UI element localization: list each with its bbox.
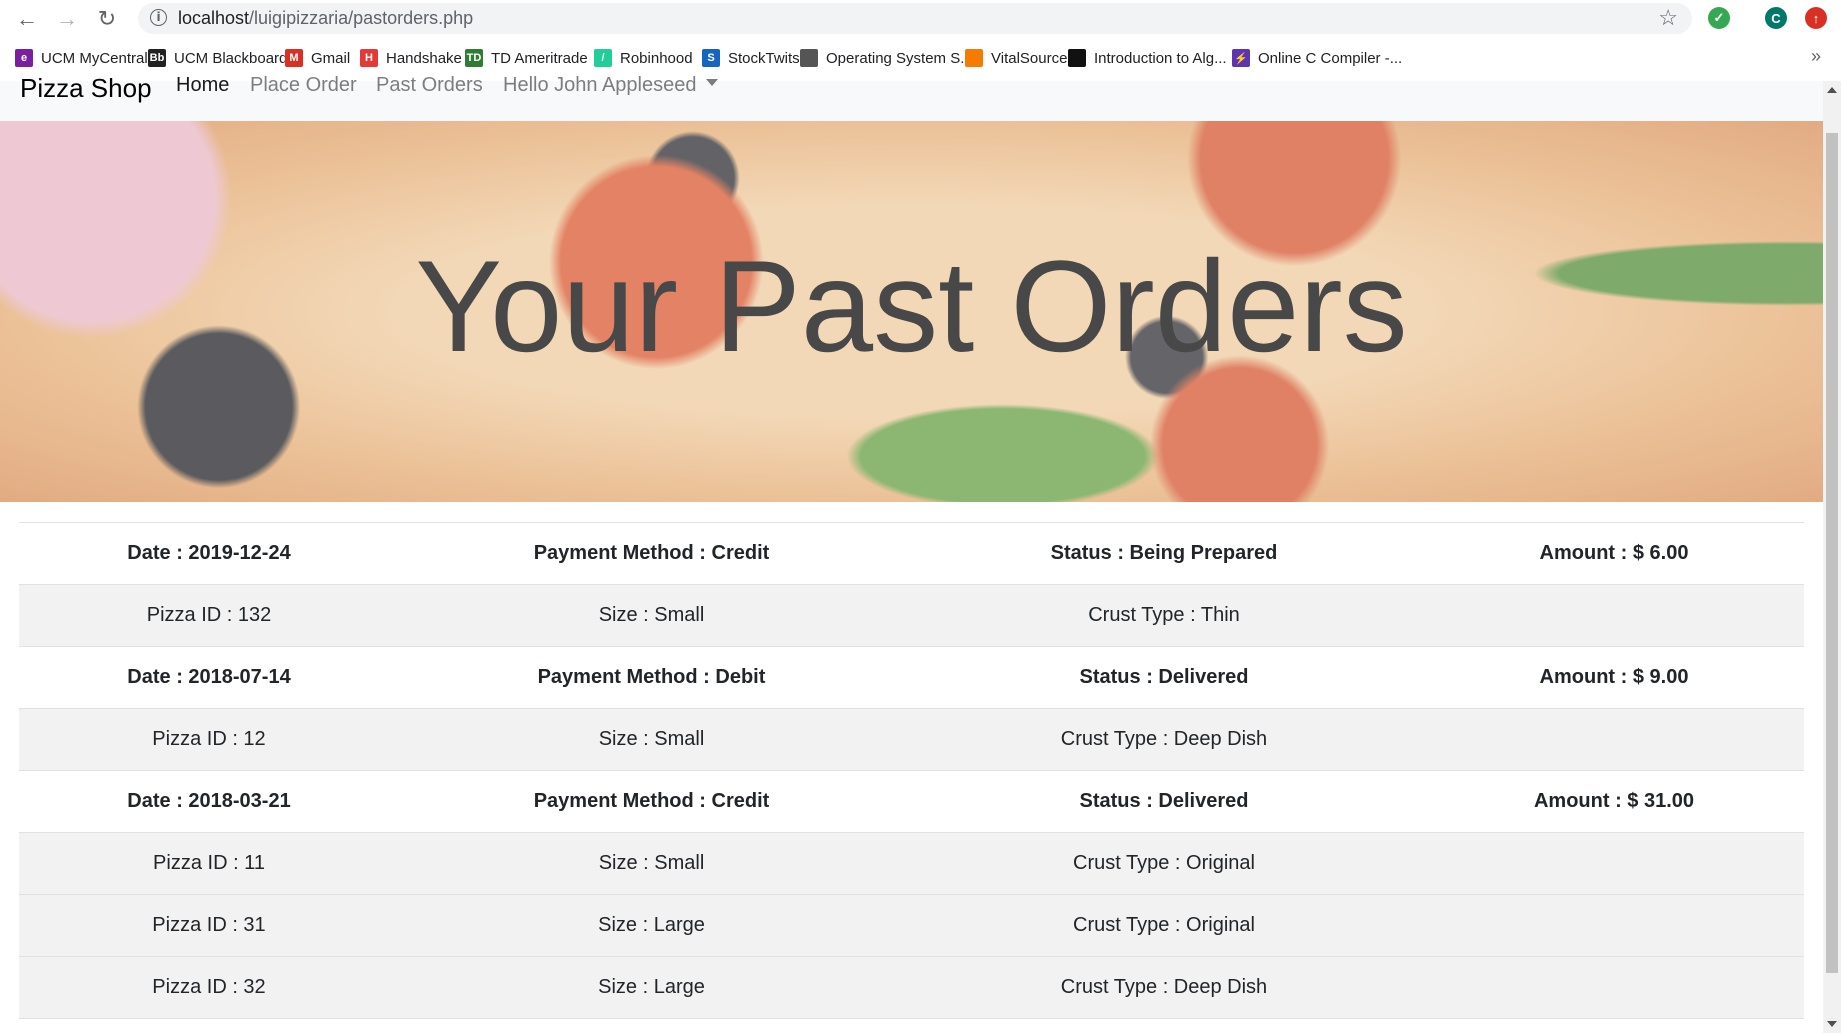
bookmark-label: UCM MyCentral [41, 49, 148, 67]
crust-type: Crust Type : Original [1073, 852, 1255, 874]
bookmark-label: Introduction to Alg... [1094, 49, 1227, 67]
scroll-up-arrow-icon[interactable] [1827, 87, 1837, 93]
extension-check-icon[interactable]: ✓ [1708, 7, 1730, 29]
bookmark-item[interactable]: e UCM MyCentral [15, 46, 148, 70]
order-status: Status : Delivered [1079, 790, 1249, 812]
scrollbar-thumb[interactable] [1826, 133, 1838, 973]
update-icon[interactable]: ↑ [1805, 7, 1827, 29]
bookmark-item[interactable]: Bb UCM Blackboard [148, 46, 287, 70]
back-arrow-icon[interactable]: ← [12, 6, 42, 32]
bookmark-star-icon[interactable]: ☆ [1658, 5, 1678, 31]
bookmark-label: Gmail [311, 49, 351, 67]
browser-chrome: ← → ↻ i localhost/luigipizzaria/pastorde… [0, 0, 1841, 82]
site-navbar: Pizza Shop Home Place Order Past Orders … [0, 73, 1823, 121]
bookmark-item[interactable]: VitalSource [965, 46, 1067, 70]
robinhood-icon: / [594, 49, 612, 67]
order-date: Date : 2019-12-24 [127, 542, 291, 564]
forward-arrow-icon[interactable]: → [52, 6, 82, 32]
bookmark-item[interactable]: H Handshake [360, 46, 462, 70]
pizza-id: Pizza ID : 11 [153, 852, 265, 874]
order-payment-method: Payment Method : Debit [537, 666, 766, 688]
user-menu-label: Hello John Appleseed [503, 74, 697, 96]
pizza-size: Size : Small [598, 852, 705, 874]
compiler-icon: ⚡ [1232, 49, 1250, 67]
td-ameritrade-icon: TD [465, 49, 483, 67]
handshake-icon: H [360, 49, 378, 67]
stocktwits-icon: S [702, 49, 720, 67]
order-date: Date : 2018-03-21 [127, 790, 291, 812]
chevron-down-icon [706, 79, 719, 87]
order-date: Date : 2018-07-14 [127, 666, 291, 688]
bookmark-label: Robinhood [620, 49, 693, 67]
hero-banner: Your Past Orders [0, 121, 1823, 502]
nav-place-order[interactable]: Place Order [250, 74, 357, 97]
pizza-size: Size : Small [598, 728, 705, 750]
bookmarks-bar: e UCM MyCentral Bb UCM Blackboard M Gmail H Han… [0, 44, 1841, 72]
bookmark-label: UCM Blackboard [174, 49, 288, 67]
pizza-id: Pizza ID : 12 [152, 728, 266, 750]
blackboard-icon: Bb [148, 49, 166, 67]
crust-type: Crust Type : Deep Dish [1060, 976, 1268, 998]
bookmark-item[interactable]: ⚡ Online C Compiler -... [1232, 46, 1402, 70]
vitalsource-icon [965, 49, 983, 67]
bookmark-item[interactable]: / Robinhood [594, 46, 693, 70]
order-payment-method: Payment Method : Credit [533, 542, 770, 564]
pizza-id: Pizza ID : 31 [152, 914, 266, 936]
nav-home[interactable]: Home [176, 74, 229, 97]
crust-type: Crust Type : Thin [1088, 604, 1240, 626]
bookmark-label: VitalSource [991, 49, 1068, 67]
bookmark-label: StockTwits [728, 49, 800, 67]
bookmark-item[interactable]: S StockTwits [702, 46, 800, 70]
bookmark-item[interactable]: TD TD Ameritrade [465, 46, 588, 70]
mycentral-icon: e [15, 49, 33, 67]
order-status: Status : Delivered [1079, 666, 1249, 688]
pizza-size: Size : Large [598, 976, 705, 998]
globe-icon [800, 49, 818, 67]
address-bar[interactable]: i localhost/luigipizzaria/pastorders.php… [138, 3, 1692, 34]
pizza-size: Size : Large [598, 914, 705, 936]
crust-type: Crust Type : Deep Dish [1060, 728, 1268, 750]
order-item-row: Pizza ID : 132 Size : Small Crust Type : T… [19, 585, 1804, 647]
url-host: localhost [178, 8, 250, 28]
profile-avatar[interactable]: C [1765, 7, 1787, 29]
url-path: /luigipizzaria/pastorders.php [249, 8, 474, 28]
page-scrollbar[interactable] [1823, 81, 1841, 1033]
bookmark-label: TD Ameritrade [491, 49, 588, 67]
address-url[interactable]: localhost/luigipizzaria/pastorders.php [178, 8, 473, 29]
bookmark-label: Handshake [386, 49, 462, 67]
order-header-row: Date : 2018-03-21 Payment Method : Credit… [19, 771, 1804, 833]
order-item-row: Pizza ID : 12 Size : Small Crust Type : De… [19, 709, 1804, 771]
bookmark-item[interactable]: Operating System S... [800, 46, 973, 70]
pizza-id: Pizza ID : 32 [152, 976, 266, 998]
order-amount: Amount : $ 6.00 [1539, 542, 1689, 564]
bookmark-label: Operating System S... [826, 49, 973, 67]
order-header-row: Date : 2019-12-24 Payment Method : Credit… [19, 523, 1804, 585]
nav-past-orders[interactable]: Past Orders [376, 74, 483, 97]
user-menu-toggle[interactable]: Hello John Appleseed [503, 74, 719, 97]
site-info-icon[interactable]: i [150, 9, 167, 26]
bookmark-label: Online C Compiler -... [1258, 49, 1403, 67]
crust-type: Crust Type : Original [1073, 914, 1255, 936]
barcode-icon [1068, 49, 1086, 67]
order-payment-method: Payment Method : Credit [533, 790, 770, 812]
brand-link[interactable]: Pizza Shop [20, 73, 152, 104]
order-header-row: Date : 2018-07-14 Payment Method : Debit S… [19, 647, 1804, 709]
order-item-row: Pizza ID : 32 Size : Large Crust Type : De… [19, 957, 1804, 1019]
page-title: Your Past Orders [415, 233, 1408, 379]
order-amount: Amount : $ 31.00 [1533, 790, 1695, 812]
gmail-icon: M [285, 49, 303, 67]
order-status: Status : Being Prepared [1050, 542, 1278, 564]
order-item-row: Pizza ID : 11 Size : Small Crust Type : Or… [19, 833, 1804, 895]
bookmark-item[interactable]: Introduction to Alg... [1068, 46, 1227, 70]
order-amount: Amount : $ 9.00 [1539, 666, 1689, 688]
profile-initial: C [1771, 10, 1781, 26]
bookmark-item[interactable]: M Gmail [285, 46, 350, 70]
order-item-row: Pizza ID : 31 Size : Large Crust Type : Or… [19, 895, 1804, 957]
reload-icon[interactable]: ↻ [92, 6, 122, 32]
scroll-down-arrow-icon[interactable] [1827, 1021, 1837, 1027]
pizza-size: Size : Small [598, 604, 705, 626]
orders-table: Date : 2019-12-24 Payment Method : Credit… [19, 522, 1804, 1019]
pizza-id: Pizza ID : 132 [146, 604, 272, 626]
bookmarks-overflow-icon[interactable]: » [1811, 46, 1821, 67]
